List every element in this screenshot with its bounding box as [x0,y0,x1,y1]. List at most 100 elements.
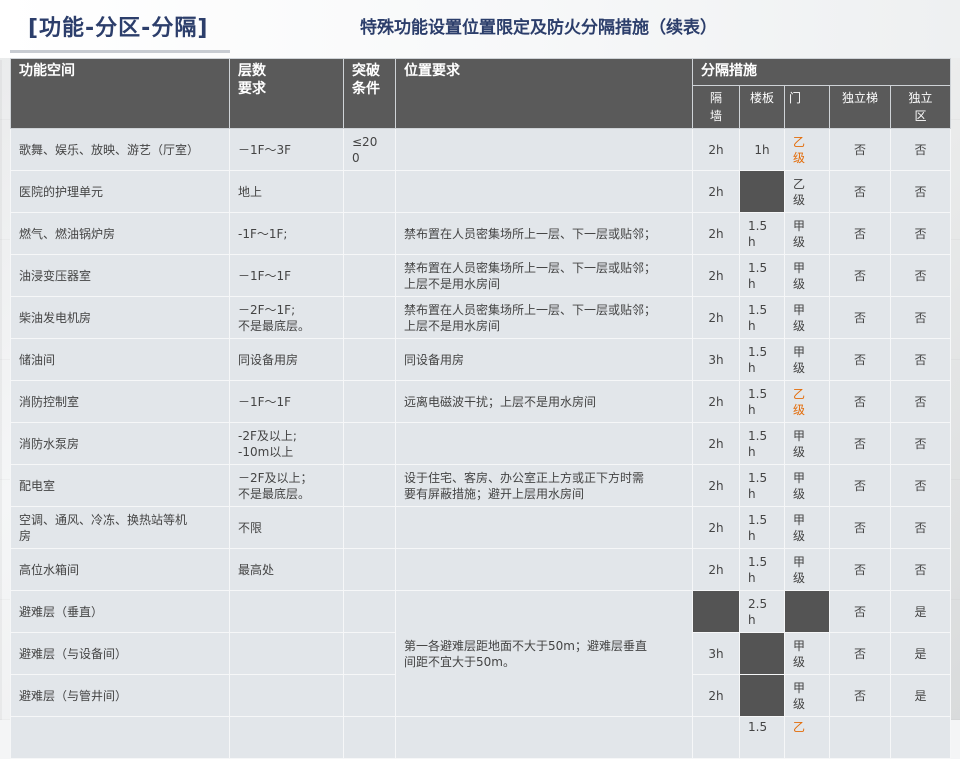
cell-slab: 1.5 h [739,296,785,339]
cell-stair: 否 [829,254,891,297]
cell-stair: 否 [829,506,891,549]
table-row: 柴油发电机房 －2F～1F; 不是最底层。 禁布置在人员密集场所上一层、下一层或… [10,296,952,339]
cell-floor [229,632,344,675]
cell-slab: 2.5 h [739,590,785,633]
cell-wall: 2h [692,674,740,717]
cell-space: 高位水箱间 [10,548,230,591]
cell-floor: －2F及以上； 不是最底层。 [229,464,344,507]
cell-position [395,422,693,465]
cell-slab-none [739,632,785,675]
cell-space: 避难层（与设备间） [10,632,230,675]
cell-floor: 地上 [229,170,344,213]
cell-floor: －2F～1F; 不是最底层。 [229,296,344,339]
cell-slab: 1h [739,128,785,171]
header-floor: 层数 要求 [229,58,344,129]
cell-door: 甲 级 [784,254,830,297]
cell-wall: 2h [692,506,740,549]
cell-space: 消防控制室 [10,380,230,423]
cell-space: 储油间 [10,338,230,381]
cell-space: 避难层（垂直） [10,590,230,633]
cell-exceed [343,254,396,297]
cell-stair: 否 [829,590,891,633]
cell-position: 远离电磁波干扰；上层不是用水房间 [395,380,693,423]
table-row: 消防水泵房 -2F及以上; -10m以上 2h 1.5 h 甲 级 否 否 [10,422,952,465]
cell-exceed [343,380,396,423]
subheader-floor-slab: 楼板 [739,85,785,129]
header-position: 位置要求 [395,58,693,129]
cell-zone: 否 [889,170,952,213]
cell-zone: 否 [889,380,952,423]
cell-stair [829,716,891,759]
cell-zone: 是 [889,632,952,675]
cell-floor: -1F～1F; [229,212,344,255]
subheader-zone: 独立 区 [889,85,952,129]
cell-zone: 否 [889,548,952,591]
cell-zone: 否 [889,338,952,381]
table-row: 消防控制室 －1F～1F 远离电磁波干扰；上层不是用水房间 2h 1.5 h 乙… [10,380,952,423]
cell-position: 设于住宅、客房、办公室正上方或正下方时需 要有屏蔽措施；避开上层用水房间 [395,464,693,507]
cell-wall: 2h [692,464,740,507]
cell-position: 禁布置在人员密集场所上一层、下一层或贴邻； 上层不是用水房间 [395,254,693,297]
cell-zone [889,716,952,759]
cell-exceed [343,506,396,549]
cell-wall: 2h [692,296,740,339]
cell-exceed [343,632,396,675]
header-separation: 分隔措施 [691,58,952,86]
cell-floor: -2F及以上; -10m以上 [229,422,344,465]
cell-stair: 否 [829,422,891,465]
cell-space: 消防水泵房 [10,422,230,465]
cell-slab: 1.5 h [739,338,785,381]
cell-slab: 1.5 h [739,380,785,423]
cell-slab: 1.5 [739,716,785,759]
cell-position [395,716,693,759]
cell-exceed [343,716,396,759]
section-tag: [功能-分区-分隔] [28,16,209,41]
table-row: 1.5 乙 [10,716,952,759]
cell-space: 柴油发电机房 [10,296,230,339]
cell-refuge-position: 第一各避难层距地面不大于50m；避难层垂直 间距不宜大于50m。 [395,590,693,717]
cell-stair: 否 [829,548,891,591]
cell-position [395,128,693,171]
cell-space: 歌舞、娱乐、放映、游艺（厅室） [10,128,230,171]
cell-door: 甲 级 [784,212,830,255]
cell-floor: 同设备用房 [229,338,344,381]
table-row: 油浸变压器室 －1F～1F 禁布置在人员密集场所上一层、下一层或贴邻； 上层不是… [10,254,952,297]
cell-wall: 2h [692,254,740,297]
cell-position: 同设备用房 [395,338,693,381]
cell-zone: 否 [889,506,952,549]
cell-space: 燃气、燃油锅炉房 [10,212,230,255]
cell-slab: 1.5 h [739,548,785,591]
table-row: 医院的护理单元 地上 2h 乙 级 否 否 [10,170,952,213]
cell-door: 甲 级 [784,506,830,549]
cell-position [395,506,693,549]
table-row: 燃气、燃油锅炉房 -1F～1F; 禁布置在人员密集场所上一层、下一层或贴邻； 2… [10,212,952,255]
cell-door: 甲 级 [784,338,830,381]
cell-slab: 1.5 h [739,506,785,549]
cell-exceed [343,212,396,255]
cell-door: 乙 级 [784,380,830,423]
header-exceed: 突破 条件 [343,58,396,129]
cell-door: 甲 级 [784,464,830,507]
cell-exceed [343,170,396,213]
cell-door: 甲 级 [784,674,830,717]
cell-slab: 1.5 h [739,212,785,255]
cell-space: 医院的护理单元 [10,170,230,213]
cell-zone: 否 [889,212,952,255]
cell-stair: 否 [829,296,891,339]
table-row: 空调、通风、冷冻、换热站等机 房 不限 2h 1.5 h 甲 级 否 否 [10,506,952,549]
header-bar: [功能-分区-分隔] 特殊功能设置位置限定及防火分隔措施（续表） [0,0,960,58]
cell-space [10,716,230,759]
subheader-door: 门 [784,85,830,129]
cell-wall: 3h [692,632,740,675]
cell-wall [692,716,740,759]
cell-floor: －1F～1F [229,254,344,297]
cell-floor: 不限 [229,506,344,549]
cell-wall: 2h [692,422,740,465]
cell-door-none [784,590,830,633]
cell-stair: 否 [829,170,891,213]
cell-exceed [343,464,396,507]
cell-door: 乙 级 [784,128,830,171]
cell-exceed [343,338,396,381]
cell-exceed [343,422,396,465]
cell-slab: 1.5 h [739,254,785,297]
